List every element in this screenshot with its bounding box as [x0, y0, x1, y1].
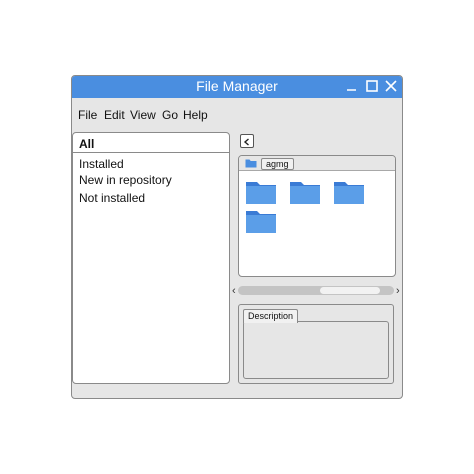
- scroll-right-icon[interactable]: ›: [396, 284, 400, 298]
- file-view: agmg: [238, 155, 396, 277]
- description-panel: Description: [238, 304, 394, 384]
- menu-view[interactable]: View: [130, 108, 156, 122]
- horizontal-scrollbar[interactable]: ‹ ›: [232, 284, 402, 298]
- title-bar[interactable]: File Manager: [72, 76, 402, 98]
- chevron-left-icon: [243, 138, 249, 146]
- location-bar: agmg: [239, 156, 395, 171]
- category-not-installed[interactable]: Not installed: [79, 191, 145, 205]
- category-installed[interactable]: Installed: [79, 157, 124, 171]
- folder-icon[interactable]: [246, 180, 276, 204]
- menu-go[interactable]: Go: [162, 108, 178, 122]
- close-icon: [385, 80, 397, 92]
- scrollbar-track[interactable]: [238, 286, 394, 295]
- description-tab[interactable]: Description: [243, 309, 299, 323]
- back-button[interactable]: [240, 134, 254, 148]
- folder-icon[interactable]: [334, 180, 364, 204]
- maximize-button[interactable]: [364, 78, 380, 94]
- menu-help[interactable]: Help: [183, 108, 208, 122]
- category-list: All Installed New in repository Not inst…: [72, 132, 230, 384]
- maximize-icon: [366, 80, 378, 92]
- menu-edit[interactable]: Edit: [104, 108, 125, 122]
- menu-file[interactable]: File: [78, 108, 97, 122]
- minimize-button[interactable]: [344, 78, 360, 94]
- menu-bar: File Edit View Go Help: [72, 98, 402, 132]
- scrollbar-thumb[interactable]: [320, 287, 380, 294]
- category-new-in-repository[interactable]: New in repository: [79, 173, 172, 187]
- close-button[interactable]: [383, 78, 399, 94]
- scroll-left-icon[interactable]: ‹: [232, 284, 236, 298]
- folder-icon[interactable]: [246, 209, 276, 233]
- minimize-icon: [347, 89, 356, 91]
- breadcrumb-folder[interactable]: agmg: [261, 158, 294, 170]
- folder-icon[interactable]: [290, 180, 320, 204]
- file-manager-window: File Manager File Edit View Go Help All …: [71, 75, 403, 399]
- folder-icon: [245, 159, 257, 168]
- description-box: [243, 321, 389, 379]
- category-all[interactable]: All: [73, 133, 229, 153]
